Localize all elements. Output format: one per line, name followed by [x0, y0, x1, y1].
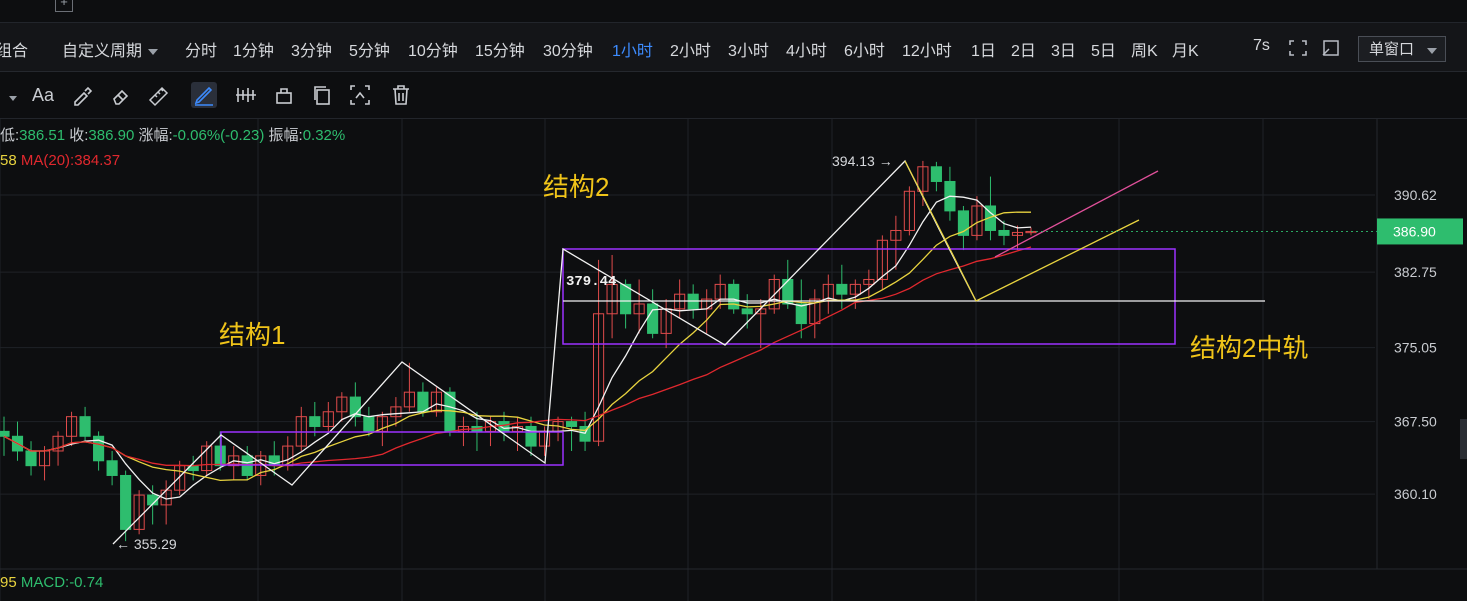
period-18[interactable]: 月K	[1172, 37, 1199, 61]
low-label: 低:	[0, 127, 20, 144]
period-10[interactable]: 4小时	[786, 37, 827, 61]
period-13[interactable]: 1日	[971, 37, 996, 61]
change-value: -0.06%(-0.23)	[172, 127, 265, 144]
window-mode-select[interactable]: 单窗口	[1358, 36, 1446, 62]
lock-icon[interactable]	[271, 82, 297, 108]
period-15[interactable]: 3日	[1051, 37, 1076, 61]
candle-body-6	[79, 416, 91, 437]
custom-period-dropdown[interactable]: 自定义周期	[62, 37, 159, 61]
candle-body-16	[214, 445, 226, 467]
candle-body-69	[930, 166, 942, 182]
candle-body-58	[782, 278, 794, 305]
candle-body-39	[525, 425, 537, 447]
period-5[interactable]: 15分钟	[475, 37, 525, 61]
period-bar: 组合 自定义周期 分时 1分钟 3分钟 5分钟 10分钟 15分钟 30分钟 1小时 2小时 3小…	[0, 23, 1467, 72]
custom-period-label: 自定义周期	[62, 43, 143, 60]
ma-legend: 58 MA(20):384.37	[0, 152, 120, 169]
screenshot-icon[interactable]	[347, 82, 373, 108]
candle-body-0	[0, 430, 10, 437]
ruler-icon[interactable]	[146, 82, 172, 108]
candle-body-74	[998, 229, 1010, 236]
low-annotation: ← 355.29	[116, 536, 177, 552]
period-17[interactable]: 周K	[1131, 37, 1158, 61]
period-14[interactable]: 2日	[1011, 37, 1036, 61]
change-label: 涨幅:	[138, 127, 173, 144]
structure2-label: 结构2	[543, 172, 609, 202]
text-tool-icon[interactable]: Aa	[32, 82, 58, 108]
amplitude-label: 振幅:	[268, 127, 303, 144]
brush-icon[interactable]	[70, 82, 96, 108]
ma-prefix-value: 58	[0, 152, 17, 169]
macd-legend: 95 MACD:-0.74	[0, 574, 103, 591]
macd-prefix-value: 95	[0, 574, 17, 591]
period-9[interactable]: 3小时	[728, 37, 769, 61]
popout-window-icon[interactable]	[1321, 39, 1341, 62]
period-11[interactable]: 6小时	[844, 37, 885, 61]
fullscreen-icon[interactable]	[1288, 39, 1308, 62]
close-value: 386.90	[88, 127, 135, 144]
period-2[interactable]: 3分钟	[291, 37, 332, 61]
add-tab-icon[interactable]: +	[55, 0, 73, 12]
pen-tool-icon[interactable]	[191, 82, 217, 108]
y-tick-2: 375.05	[1394, 340, 1437, 356]
candle-body-23	[309, 416, 321, 427]
eraser-icon[interactable]	[108, 82, 134, 108]
candle-body-8	[106, 460, 118, 476]
structure2-mid-label: 结构2中轨	[1190, 333, 1308, 363]
side-collapse-handle	[1460, 419, 1467, 459]
period-16[interactable]: 5日	[1091, 37, 1116, 61]
close-label: 收:	[69, 127, 89, 144]
y-tick-3: 367.50	[1394, 414, 1437, 430]
high-annotation: 394.13 →	[832, 153, 893, 169]
candle-body-2	[25, 450, 37, 467]
chevron-down-icon	[148, 48, 159, 55]
candle-body-27	[363, 416, 375, 432]
low-value: 386.51	[19, 127, 66, 144]
refresh-interval[interactable]: 7s	[1253, 37, 1270, 55]
y-tick-1: 382.75	[1394, 264, 1437, 280]
amplitude-value: 0.32%	[302, 127, 346, 144]
current-price-label: 386.90	[1393, 223, 1436, 239]
combo-label[interactable]: 组合	[0, 37, 28, 61]
channel-upper-pink	[994, 170, 1159, 258]
ohlc-info: 低:386.51 收:386.90 涨幅:-0.06%(-0.23) 振幅:0.…	[0, 124, 345, 145]
dropdown-caret-icon[interactable]	[4, 86, 30, 112]
macd-label: MACD:-0.74	[20, 574, 104, 591]
candle-body-9	[120, 474, 132, 530]
candle-body-59	[795, 303, 807, 325]
chevron-down-icon	[1427, 48, 1437, 54]
window-mode-value: 单窗口	[1369, 41, 1415, 58]
candle-body-48	[647, 303, 659, 334]
bar-pattern-icon[interactable]	[233, 82, 259, 108]
copy-icon[interactable]	[309, 82, 335, 108]
period-0[interactable]: 分时	[185, 37, 217, 61]
candle-body-42	[565, 421, 578, 427]
y-tick-0: 390.62	[1394, 187, 1437, 203]
candle-body-62	[836, 283, 848, 295]
candle-body-31	[417, 391, 429, 413]
structure1-label: 结构1	[219, 320, 285, 350]
period-1[interactable]: 1分钟	[233, 37, 274, 61]
period-3[interactable]: 5分钟	[349, 37, 390, 61]
period-8[interactable]: 2小时	[670, 37, 711, 61]
trash-icon[interactable]	[388, 82, 414, 108]
mid-annotation: 379.44	[566, 274, 616, 290]
top-strip: +	[0, 0, 1467, 23]
ma20-label: MA(20):384.37	[20, 152, 121, 169]
price-chart[interactable]: 394.13 → ← 355.29 379.44 结构1 结构2 结构2中轨 390.62 3…	[0, 119, 1467, 601]
y-tick-4: 360.10	[1394, 486, 1437, 502]
text-tool-label: Aa	[32, 85, 55, 105]
candle-body-55	[741, 308, 753, 315]
period-6[interactable]: 30分钟	[543, 37, 593, 61]
period-12[interactable]: 12小时	[902, 37, 952, 61]
drawing-toolbar: Aa	[0, 72, 1467, 119]
period-7[interactable]: 1小时	[612, 37, 653, 61]
period-4[interactable]: 10分钟	[408, 37, 458, 61]
